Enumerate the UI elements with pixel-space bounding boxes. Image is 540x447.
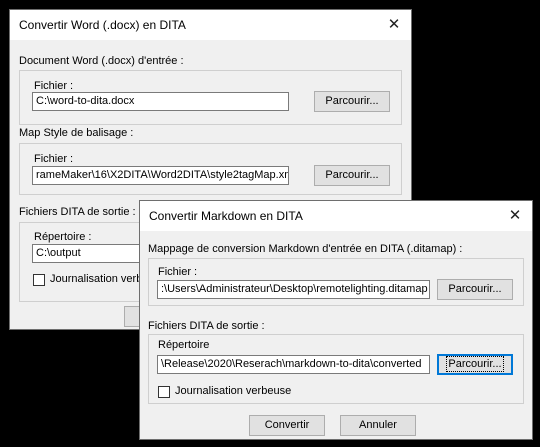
md-output-section-label: Fichiers DITA de sortie : <box>148 320 265 332</box>
word-verbose-checkbox[interactable] <box>33 274 45 286</box>
map-file-label: Fichier : <box>34 153 74 165</box>
word-input-section-label: Document Word (.docx) d'entrée : <box>19 55 184 67</box>
word-file-input[interactable]: C:\word-to-dita.docx <box>32 92 289 111</box>
md-dir-input[interactable]: \Release\2020\Reserach\markdown-to-dita\… <box>157 355 430 374</box>
word-browse-button[interactable]: Parcourir... <box>314 91 390 112</box>
cancel-button[interactable]: Annuler <box>340 415 416 436</box>
word-dir-input[interactable]: C:\output <box>32 244 142 263</box>
word-verbose-label: Journalisation verbe <box>50 273 149 285</box>
word-titlebar: Convertir Word (.docx) en DITA ✕ <box>10 10 411 40</box>
word-file-label: Fichier : <box>34 80 74 92</box>
word-dialog-title: Convertir Word (.docx) en DITA <box>19 18 186 32</box>
markdown-dialog: Convertir Markdown en DITA ✕ Mappage de … <box>139 200 533 440</box>
md-input-section-label: Mappage de conversion Markdown d'entrée … <box>148 243 463 255</box>
md-file-label: Fichier : <box>158 266 198 278</box>
md-file-input[interactable]: :\Users\Administrateur\Desktop\remotelig… <box>157 280 430 299</box>
markdown-titlebar: Convertir Markdown en DITA ✕ <box>140 201 532 231</box>
word-output-section-label: Fichiers DITA de sortie : <box>19 206 136 218</box>
map-file-input[interactable]: rameMaker\16\X2DITA\Word2DITA\style2tagM… <box>32 166 289 185</box>
md-dir-browse-label: Parcourir... <box>446 356 504 372</box>
close-icon[interactable]: ✕ <box>377 10 411 40</box>
md-dir-browse-button[interactable]: Parcourir... <box>437 354 513 375</box>
markdown-dialog-title: Convertir Markdown en DITA <box>149 209 303 223</box>
map-browse-button[interactable]: Parcourir... <box>314 165 390 186</box>
md-dir-label: Répertoire <box>158 339 210 351</box>
md-verbose-label: Journalisation verbeuse <box>175 385 292 397</box>
convert-button[interactable]: Convertir <box>249 415 325 436</box>
md-verbose-checkbox[interactable] <box>158 386 170 398</box>
close-icon[interactable]: ✕ <box>498 201 532 231</box>
md-browse-button[interactable]: Parcourir... <box>437 279 513 300</box>
map-section-label: Map Style de balisage : <box>19 127 134 139</box>
word-dir-label: Répertoire : <box>34 231 92 243</box>
